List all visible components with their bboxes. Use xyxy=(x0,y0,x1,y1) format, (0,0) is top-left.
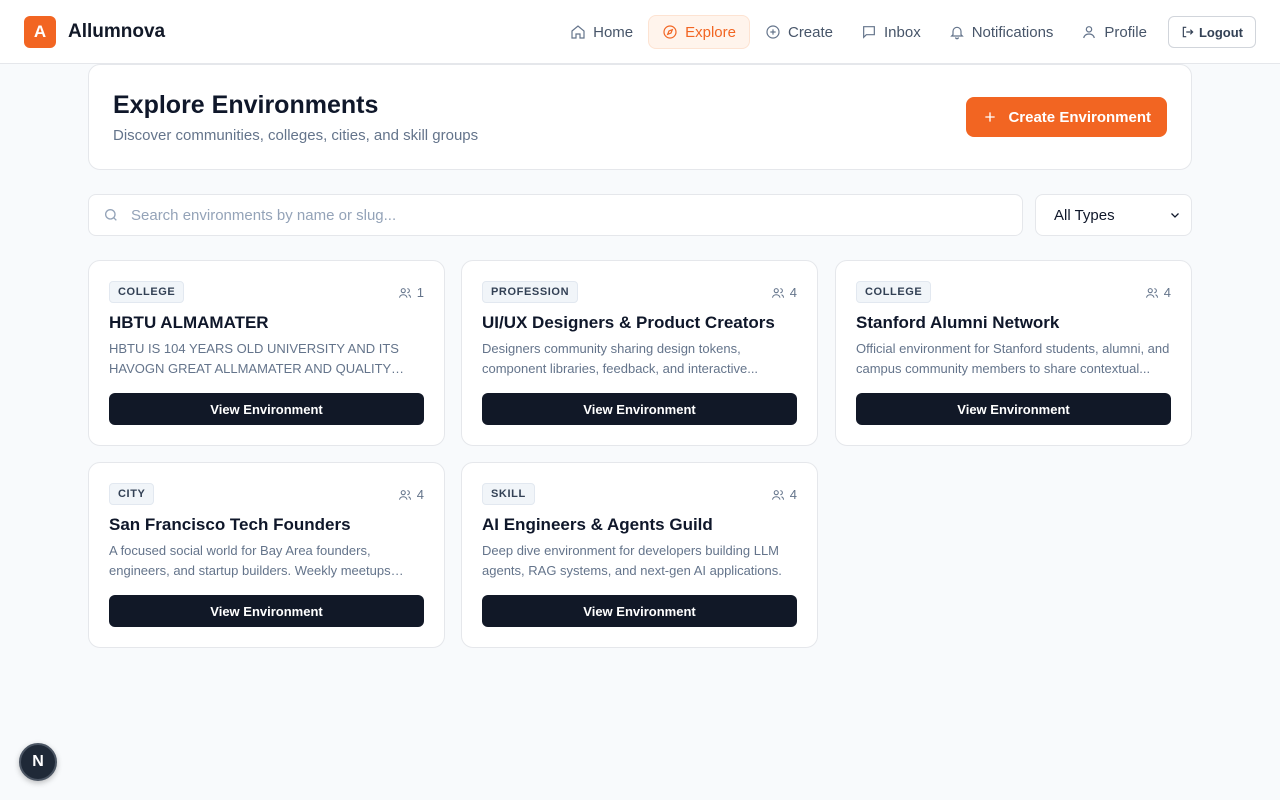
search-icon xyxy=(105,209,117,221)
users-icon xyxy=(398,489,411,500)
create-environment-button[interactable]: Create Environment xyxy=(966,97,1167,137)
environment-description: Designers community sharing design token… xyxy=(482,341,759,376)
environment-type-badge: PROFESSION xyxy=(482,281,579,303)
member-count-value: 4 xyxy=(1163,285,1171,300)
environment-title: San Francisco Tech Founders xyxy=(109,515,351,534)
users-icon xyxy=(771,287,784,298)
member-count-value: 4 xyxy=(789,285,797,300)
member-count-value: 4 xyxy=(789,487,797,502)
nav-home[interactable]: Home xyxy=(557,15,646,49)
nav-create[interactable]: Create xyxy=(752,15,846,49)
main-nav: Home Explore Create Inbox Notifications … xyxy=(555,15,1256,49)
environment-description: HBTU IS 104 YEARS OLD UNIVERSITY AND ITS… xyxy=(109,341,399,376)
member-count: 1 xyxy=(398,285,424,300)
nav-profile-label: Profile xyxy=(1104,23,1147,41)
message-icon xyxy=(863,26,875,39)
create-environment-label: Create Environment xyxy=(1008,108,1151,126)
brand-name: Allumnova xyxy=(68,21,166,42)
explore-header-card: Explore Environments Discover communitie… xyxy=(88,64,1192,170)
environment-description: A focused social world for Bay Area foun… xyxy=(109,543,391,578)
bell-icon xyxy=(949,26,964,40)
member-count-value: 1 xyxy=(416,285,424,300)
nav-explore[interactable]: Explore xyxy=(648,15,750,49)
member-count: 4 xyxy=(771,285,797,300)
environment-title: UI/UX Designers & Product Creators xyxy=(482,313,775,332)
plus-circle-icon xyxy=(766,25,780,39)
environment-card: PROFESSION 4 UI/UX Designers & Product C… xyxy=(461,260,818,446)
view-environment-button[interactable]: View Environment xyxy=(482,393,797,425)
type-filter-select[interactable]: All Types xyxy=(1035,194,1192,236)
logout-icon xyxy=(1182,26,1194,38)
environment-description: Official environment for Stanford studen… xyxy=(856,341,1170,376)
environment-type-badge: SKILL xyxy=(482,483,535,505)
type-filter-value: All Types xyxy=(1054,206,1115,224)
nav-notifications-label: Notifications xyxy=(971,23,1054,41)
environment-type-badge: COLLEGE xyxy=(109,281,185,303)
environment-type-badge: CITY xyxy=(109,483,155,505)
logout-label: Logout xyxy=(1198,24,1243,40)
users-icon xyxy=(1145,287,1158,298)
user-icon xyxy=(1083,26,1096,39)
brand-logo: A xyxy=(24,16,56,48)
environment-title: Stanford Alumni Network xyxy=(856,313,1060,332)
logout-button[interactable]: Logout xyxy=(1167,16,1256,48)
plus-icon xyxy=(985,112,996,122)
top-navigation-bar: A Allumnova Home Explore Create Inbox No… xyxy=(0,0,1280,64)
view-environment-button[interactable]: View Environment xyxy=(856,393,1171,425)
search-bar xyxy=(88,194,1023,236)
environment-description: Deep dive environment for developers bui… xyxy=(482,543,782,578)
environment-title: HBTU ALMAMATER xyxy=(109,313,269,332)
view-environment-button[interactable]: View Environment xyxy=(109,595,424,627)
environment-card: COLLEGE 4 Stanford Alumni Network Offici… xyxy=(835,260,1192,446)
member-count: 4 xyxy=(771,487,797,502)
environment-card: SKILL 4 AI Engineers & Agents Guild Deep… xyxy=(461,462,818,648)
environment-type-badge: COLLEGE xyxy=(856,281,932,303)
nav-create-label: Create xyxy=(787,23,834,41)
home-icon xyxy=(571,25,585,39)
nav-explore-label: Explore xyxy=(685,23,736,41)
nav-home-label: Home xyxy=(593,23,634,41)
view-environment-button[interactable]: View Environment xyxy=(109,393,424,425)
nav-profile[interactable]: Profile xyxy=(1068,15,1160,49)
member-count: 4 xyxy=(398,487,424,502)
brand[interactable]: A Allumnova xyxy=(24,16,165,48)
page-title: Explore Environments xyxy=(113,91,379,119)
member-count-value: 4 xyxy=(416,487,424,502)
environment-card: CITY 4 San Francisco Tech Founders A foc… xyxy=(88,462,445,648)
view-environment-button[interactable]: View Environment xyxy=(482,595,797,627)
nav-inbox[interactable]: Inbox xyxy=(848,15,934,49)
users-icon xyxy=(771,489,784,500)
dev-tools-badge[interactable]: N xyxy=(19,743,57,781)
search-input[interactable] xyxy=(131,206,991,224)
page-subtitle: Discover communities, colleges, cities, … xyxy=(113,127,479,144)
users-icon xyxy=(398,287,411,298)
environment-title: AI Engineers & Agents Guild xyxy=(482,515,713,534)
chevron-down-icon xyxy=(1171,213,1179,218)
member-count: 4 xyxy=(1145,285,1171,300)
compass-icon xyxy=(663,25,677,39)
nav-inbox-label: Inbox xyxy=(884,23,921,41)
nav-notifications[interactable]: Notifications xyxy=(936,15,1067,49)
environment-card: COLLEGE 1 HBTU ALMAMATER HBTU IS 104 YEA… xyxy=(88,260,445,446)
